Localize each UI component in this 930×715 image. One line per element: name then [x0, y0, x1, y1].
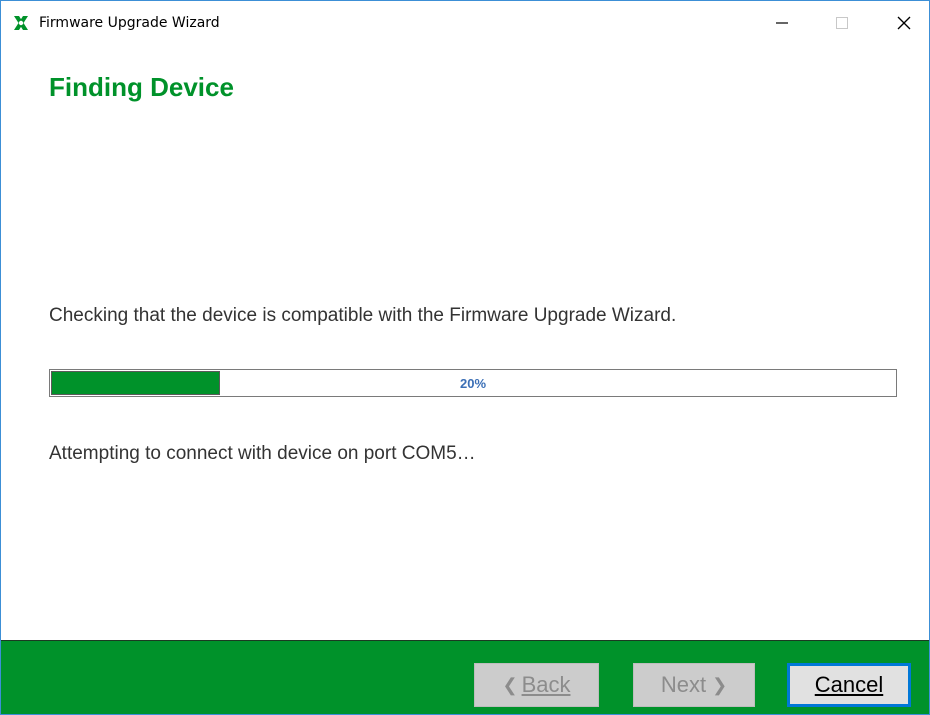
status-text: Attempting to connect with device on por…: [49, 443, 476, 464]
maximize-icon: [836, 17, 848, 29]
close-icon: [897, 16, 911, 30]
button-bar: ❮ Back Next ❯ Cancel: [1, 640, 929, 714]
page-heading: Finding Device: [49, 72, 234, 102]
info-message: Checking that the device is compatible w…: [49, 305, 677, 326]
chevron-right-icon: ❯: [712, 674, 728, 695]
cancel-label: Cancel: [814, 672, 884, 697]
title-bar[interactable]: Firmware Upgrade Wizard: [1, 1, 929, 45]
back-label: Back: [521, 672, 571, 697]
progress-label: 20%: [459, 375, 487, 391]
cancel-button[interactable]: Cancel: [787, 663, 911, 707]
next-button[interactable]: Next ❯: [633, 663, 755, 707]
chevron-left-icon: ❮: [502, 674, 518, 695]
minimize-icon: [776, 22, 788, 24]
maximize-button[interactable]: [819, 1, 865, 45]
app-icon: [14, 16, 28, 30]
progress-bar: 20%: [49, 369, 897, 397]
window-title: Firmware Upgrade Wizard: [39, 15, 220, 31]
minimize-button[interactable]: [759, 1, 805, 45]
wizard-window: Firmware Upgrade Wizard Finding Device C…: [0, 0, 930, 715]
next-label: Next: [660, 672, 707, 697]
close-button[interactable]: [881, 1, 927, 45]
back-button[interactable]: ❮ Back: [474, 663, 599, 707]
